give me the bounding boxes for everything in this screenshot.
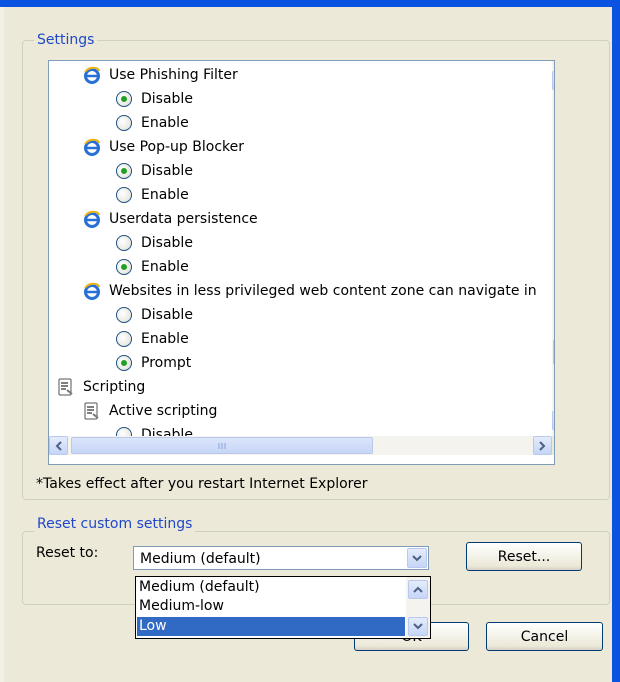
horizontal-scroll-thumb[interactable] xyxy=(71,437,373,454)
script-icon xyxy=(83,402,101,420)
restart-note: *Takes effect after you restart Internet… xyxy=(36,476,368,492)
scroll-left-button[interactable] xyxy=(49,436,68,455)
reset-level-combobox[interactable]: Medium (default) xyxy=(133,546,429,570)
radio-option[interactable]: Disable xyxy=(116,87,193,111)
window-frame-left xyxy=(0,7,4,682)
radio-label: Disable xyxy=(141,163,193,179)
dropdown-scroll-down-button[interactable] xyxy=(408,617,428,636)
dropdown-scrollbar[interactable] xyxy=(406,577,430,638)
radio-button-checked[interactable] xyxy=(116,91,132,107)
radio-label: Disable xyxy=(141,91,193,107)
radio-option[interactable]: Enable xyxy=(116,183,189,207)
chevron-up-icon xyxy=(413,586,423,593)
grip-icon xyxy=(554,340,555,364)
dropdown-option-label: Low xyxy=(139,618,167,634)
settings-item-label: Use Phishing Filter xyxy=(109,67,238,83)
ie-icon xyxy=(83,282,101,300)
chevron-left-icon xyxy=(55,440,62,451)
radio-button-checked[interactable] xyxy=(116,259,132,275)
dropdown-option[interactable]: Medium-low xyxy=(137,597,405,616)
radio-button-checked[interactable] xyxy=(116,163,132,179)
settings-item-label: Use Pop-up Blocker xyxy=(109,139,244,155)
settings-item-label: Userdata persistence xyxy=(109,211,258,227)
dropdown-option-label: Medium-low xyxy=(139,598,224,614)
radio-button[interactable] xyxy=(116,427,132,436)
scroll-right-button[interactable] xyxy=(533,436,552,455)
scrollbar-corner xyxy=(552,436,554,455)
radio-button-checked[interactable] xyxy=(116,355,132,371)
radio-option[interactable]: Prompt xyxy=(116,351,191,375)
radio-option[interactable]: Disable xyxy=(116,423,193,436)
chevron-down-icon xyxy=(412,554,422,561)
ie-icon xyxy=(83,66,101,84)
settings-item[interactable]: Use Pop-up Blocker xyxy=(83,135,244,159)
settings-category[interactable]: Scripting xyxy=(57,375,145,399)
grip-icon xyxy=(218,442,226,449)
dropdown-option-highlighted[interactable]: Low xyxy=(137,617,405,636)
settings-item-label: Active scripting xyxy=(109,403,218,419)
radio-label: Disable xyxy=(141,307,193,323)
vertical-scrollbar[interactable] xyxy=(552,61,555,436)
dropdown-option-label: Medium (default) xyxy=(139,579,260,595)
window-frame-top xyxy=(0,0,620,682)
reset-level-dropdown-list[interactable]: Medium (default) Medium-low Low xyxy=(135,576,431,639)
horizontal-scrollbar[interactable] xyxy=(49,436,552,455)
ie-icon xyxy=(83,210,101,228)
radio-button[interactable] xyxy=(116,115,132,131)
settings-item[interactable]: Websites in less privileged web content … xyxy=(83,279,537,303)
combobox-dropdown-button[interactable] xyxy=(407,548,427,568)
scroll-up-button[interactable] xyxy=(552,71,554,90)
dropdown-scroll-up-button[interactable] xyxy=(408,580,428,599)
vertical-scroll-thumb[interactable] xyxy=(553,339,555,365)
settings-tree[interactable]: Use Phishing Filter Disable Enable Use Pop-… xyxy=(48,60,555,465)
settings-item[interactable]: Userdata persistence xyxy=(83,207,258,231)
window-frame-right xyxy=(612,0,620,682)
radio-option[interactable]: Enable xyxy=(116,327,189,351)
radio-option[interactable]: Disable xyxy=(116,303,193,327)
reset-button-label: Reset... xyxy=(497,548,551,565)
radio-label: Enable xyxy=(141,187,189,203)
radio-button[interactable] xyxy=(116,187,132,203)
radio-button[interactable] xyxy=(116,331,132,347)
radio-label: Disable xyxy=(141,427,193,436)
ie-icon xyxy=(83,138,101,156)
radio-button[interactable] xyxy=(116,307,132,323)
radio-option[interactable]: Enable xyxy=(116,255,189,279)
radio-label: Enable xyxy=(141,115,189,131)
reset-button[interactable]: Reset... xyxy=(466,542,582,571)
radio-option[interactable]: Enable xyxy=(116,111,189,135)
reset-to-label: Reset to: xyxy=(36,545,99,561)
cancel-button-label: Cancel xyxy=(520,628,569,645)
radio-label: Enable xyxy=(141,259,189,275)
reset-group-title: Reset custom settings xyxy=(34,516,196,532)
cancel-button[interactable]: Cancel xyxy=(486,622,603,651)
radio-button[interactable] xyxy=(116,235,132,251)
chevron-right-icon xyxy=(539,440,546,451)
dropdown-option[interactable]: Medium (default) xyxy=(137,578,405,597)
radio-label: Enable xyxy=(141,331,189,347)
radio-label: Prompt xyxy=(141,355,192,371)
settings-item-label: Websites in less privileged web content … xyxy=(109,283,537,299)
settings-group-title: Settings xyxy=(34,32,98,48)
chevron-down-icon xyxy=(413,623,423,630)
scroll-down-button[interactable] xyxy=(552,411,554,430)
settings-item[interactable]: Use Phishing Filter xyxy=(83,63,238,87)
settings-tree-rows: Use Phishing Filter Disable Enable Use Pop-… xyxy=(49,61,552,436)
settings-item-label: Scripting xyxy=(83,379,146,395)
reset-level-value: Medium (default) xyxy=(140,551,261,567)
settings-item[interactable]: Active scripting xyxy=(83,399,217,423)
radio-option[interactable]: Disable xyxy=(116,159,193,183)
script-icon xyxy=(57,378,75,396)
radio-label: Disable xyxy=(141,235,193,251)
radio-option[interactable]: Disable xyxy=(116,231,193,255)
